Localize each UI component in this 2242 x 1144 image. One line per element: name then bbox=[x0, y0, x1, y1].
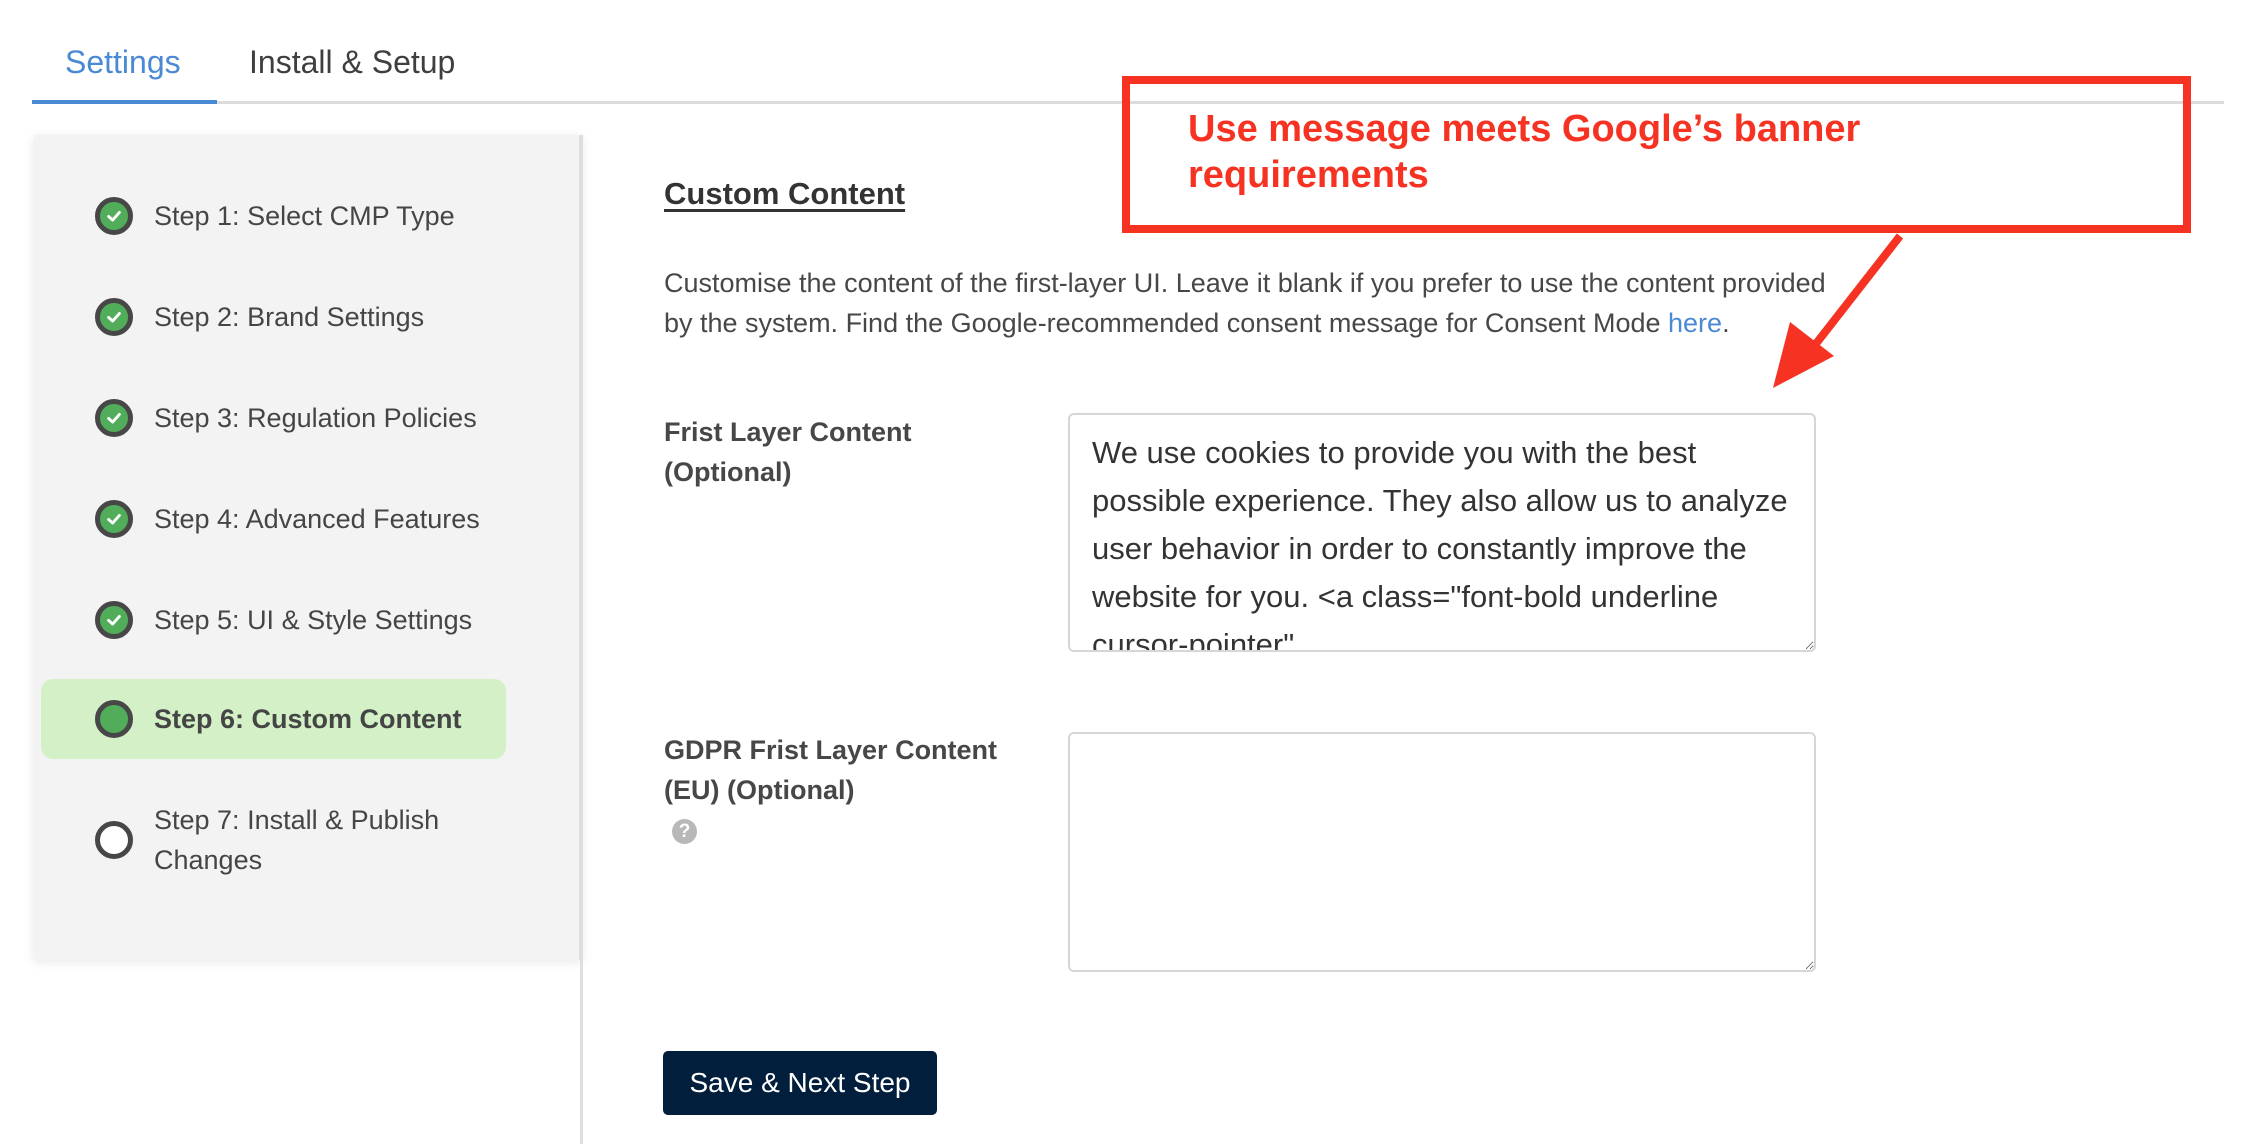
sidebar-step-6[interactable]: Step 6: Custom Content bbox=[41, 679, 506, 759]
sidebar-step-4[interactable]: Step 4: Advanced Features bbox=[41, 499, 506, 539]
save-next-step-button[interactable]: Save & Next Step bbox=[663, 1051, 937, 1115]
description-period: . bbox=[1722, 308, 1730, 338]
google-message-link[interactable]: here bbox=[1668, 308, 1722, 338]
sidebar-step-3[interactable]: Step 3: Regulation Policies bbox=[41, 398, 506, 438]
gdpr-first-layer-content-label: GDPR Frist Layer Content (EU) (Optional) bbox=[664, 735, 998, 805]
check-circle-icon bbox=[95, 399, 133, 437]
first-layer-content-label: Frist Layer Content (Optional) bbox=[664, 417, 912, 487]
section-description: Customise the content of the first-layer… bbox=[664, 263, 1844, 343]
step-label: Step 3: Regulation Policies bbox=[154, 403, 477, 433]
section-title: Custom Content bbox=[664, 176, 906, 211]
sidebar-step-7[interactable]: Step 7: Install & Publish Changes bbox=[41, 800, 506, 880]
sidebar-step-1[interactable]: Step 1: Select CMP Type bbox=[41, 196, 506, 236]
current-step-circle-icon bbox=[95, 700, 133, 738]
step-label: Step 2: Brand Settings bbox=[154, 302, 425, 332]
step-label: Step 6: Custom Content bbox=[154, 704, 462, 734]
annotation-text: Use message meets Google’s banner requir… bbox=[1188, 108, 1861, 196]
sidebar-step-5[interactable]: Step 5: UI & Style Settings bbox=[41, 600, 506, 640]
check-circle-icon bbox=[95, 601, 133, 639]
sidebar-step-2[interactable]: Step 2: Brand Settings bbox=[41, 297, 506, 337]
active-tab-indicator bbox=[32, 100, 217, 104]
step-label: Step 4: Advanced Features bbox=[154, 504, 480, 534]
tab-install-setup[interactable]: Install & Setup bbox=[249, 44, 455, 81]
tab-settings[interactable]: Settings bbox=[65, 44, 181, 81]
check-circle-icon bbox=[95, 298, 133, 336]
step-label: Step 1: Select CMP Type bbox=[154, 201, 455, 231]
first-layer-content-textarea[interactable]: We use cookies to provide you with the b… bbox=[1068, 413, 1816, 652]
step-label: Step 7: Install & Publish Changes bbox=[154, 805, 440, 875]
check-circle-icon bbox=[95, 500, 133, 538]
check-circle-icon bbox=[95, 197, 133, 235]
step-label: Step 5: UI & Style Settings bbox=[154, 605, 473, 635]
empty-circle-icon bbox=[95, 821, 133, 859]
vertical-divider bbox=[580, 135, 583, 1144]
help-icon[interactable]: ? bbox=[672, 819, 697, 844]
gdpr-first-layer-content-textarea[interactable] bbox=[1068, 732, 1816, 972]
description-text: Customise the content of the first-layer… bbox=[664, 268, 1826, 338]
